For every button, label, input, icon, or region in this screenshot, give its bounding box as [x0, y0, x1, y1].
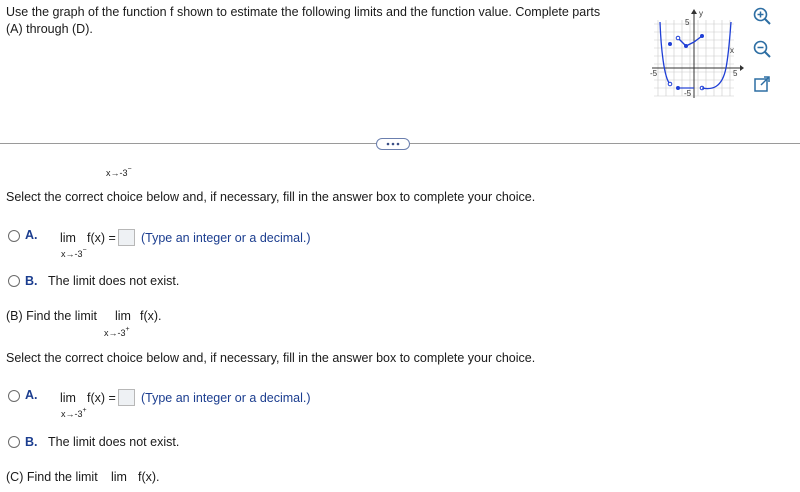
part-b-choice-a-hint: (Type an integer or a decimal.) — [141, 391, 311, 405]
function-graph[interactable]: y x 5 -5 -5 5 — [650, 8, 745, 100]
open-point — [675, 35, 681, 41]
part-a-choice-a-lim: lim — [60, 231, 76, 245]
curve-left — [659, 21, 671, 85]
part-b-choice-a-subscript: x→-3+ — [61, 407, 87, 419]
part-a-answer-box[interactable] — [118, 229, 135, 246]
part-a-limit-subscript: x→-3− — [106, 166, 132, 178]
zoom-in-icon[interactable] — [752, 6, 772, 26]
part-a-choice-b-radio[interactable] — [8, 275, 20, 287]
x-tick-left: -5 — [650, 69, 658, 78]
part-b-choice-a-letter: A. — [25, 388, 38, 402]
part-b-choice-a-radio[interactable] — [8, 390, 20, 402]
part-b-choice-a-lim: lim — [60, 391, 76, 405]
part-b-choice-a-fx: f(x) = — [87, 391, 116, 405]
closed-point — [668, 42, 672, 46]
zoom-out-icon[interactable] — [752, 39, 772, 59]
part-c-heading: (C) Find the limit — [6, 470, 98, 484]
part-b-instruction: Select the correct choice below and, if … — [6, 351, 536, 365]
y-tick-top: 5 — [685, 18, 690, 27]
part-a-choice-a-subscript: x→-3− — [61, 247, 87, 259]
part-b-subscript: x→-3+ — [104, 326, 130, 338]
part-c-fx: f(x). — [138, 470, 160, 484]
part-b-lim: lim — [115, 309, 131, 323]
part-a-choice-a-radio[interactable] — [8, 230, 20, 242]
part-a-instruction: Select the correct choice below and, if … — [6, 190, 536, 204]
part-c-lim: lim — [111, 470, 127, 484]
x-axis-arrow — [740, 65, 744, 71]
closed-point — [700, 34, 704, 38]
part-b-choice-b-text: The limit does not exist. — [48, 435, 180, 449]
closed-point — [684, 44, 688, 48]
part-b-heading: (B) Find the limit — [6, 309, 97, 323]
part-a-choice-a-fx: f(x) = — [87, 231, 116, 245]
x-axis-label: x — [730, 46, 734, 55]
part-b-fx: f(x). — [140, 309, 162, 323]
x-tick-right: 5 — [733, 69, 738, 78]
y-axis-arrow — [691, 9, 697, 14]
part-a-choice-b-text: The limit does not exist. — [48, 274, 180, 288]
part-a-choice-a-letter: A. — [25, 228, 38, 242]
y-tick-bottom: -5 — [684, 89, 692, 98]
part-b-choice-b-letter: B. — [25, 435, 38, 449]
graph-svg: y x 5 -5 -5 5 — [650, 9, 744, 98]
external-link-icon[interactable] — [752, 74, 772, 94]
open-point — [667, 81, 673, 87]
y-axis-label: y — [699, 9, 703, 18]
part-b-answer-box[interactable] — [118, 389, 135, 406]
closed-point — [676, 86, 680, 90]
part-a-choice-a-hint: (Type an integer or a decimal.) — [141, 231, 311, 245]
part-a-choice-b-letter: B. — [25, 274, 38, 288]
part-b-choice-b-radio[interactable] — [8, 436, 20, 448]
ellipsis-icon — [386, 142, 400, 146]
question-text: Use the graph of the function f shown to… — [6, 5, 601, 36]
more-button[interactable] — [376, 138, 410, 150]
